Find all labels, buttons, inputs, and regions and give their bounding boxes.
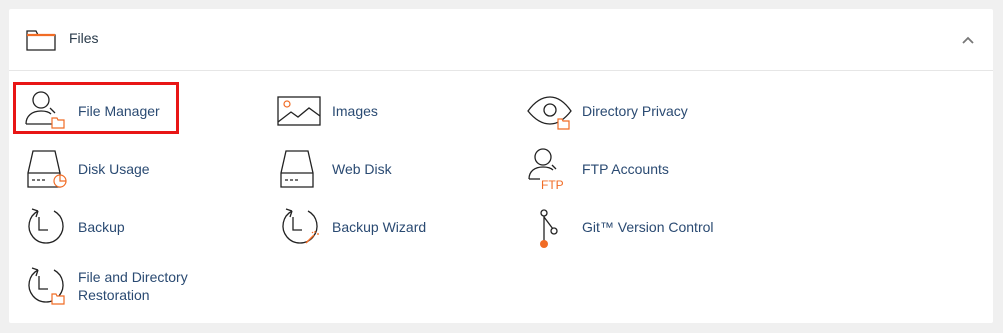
disk-usage-link[interactable]: Disk Usage <box>22 147 150 191</box>
file-manager-label: File Manager <box>78 103 160 119</box>
directory-privacy-icon <box>526 89 572 133</box>
file-restoration-label: File and Directory Restoration <box>78 269 188 303</box>
directory-privacy-label: Directory Privacy <box>582 103 688 119</box>
git-version-control-icon <box>526 205 572 249</box>
files-panel: Files File Manager Images Directory Priv… <box>9 9 993 323</box>
file-restoration-link[interactable]: File and Directory Restoration <box>22 264 208 308</box>
ftp-icon-text: FTP <box>541 178 564 191</box>
section-title: Files <box>69 30 99 46</box>
images-link[interactable]: Images <box>276 89 378 133</box>
backup-icon <box>22 205 68 249</box>
file-manager-link[interactable]: File Manager <box>22 89 160 133</box>
backup-wizard-link[interactable]: Backup Wizard <box>276 205 426 249</box>
images-icon <box>276 89 322 133</box>
disk-usage-icon <box>22 147 68 191</box>
directory-privacy-link[interactable]: Directory Privacy <box>526 89 688 133</box>
ftp-accounts-link[interactable]: FTP FTP Accounts <box>526 147 669 191</box>
git-version-control-label: Git™ Version Control <box>582 219 714 235</box>
images-label: Images <box>332 103 378 119</box>
file-manager-icon <box>22 89 68 133</box>
disk-usage-label: Disk Usage <box>78 161 150 177</box>
web-disk-label: Web Disk <box>332 161 392 177</box>
backup-label: Backup <box>78 219 125 235</box>
git-version-control-link[interactable]: Git™ Version Control <box>526 205 714 249</box>
backup-link[interactable]: Backup <box>22 205 125 249</box>
backup-wizard-icon <box>276 205 322 249</box>
backup-wizard-label: Backup Wizard <box>332 219 427 235</box>
web-disk-link[interactable]: Web Disk <box>276 147 392 191</box>
ftp-accounts-label: FTP Accounts <box>582 161 669 177</box>
ftp-accounts-icon: FTP <box>526 147 572 191</box>
folder-icon <box>26 29 56 51</box>
file-restoration-icon <box>22 264 68 308</box>
panel-header[interactable]: Files <box>9 9 993 71</box>
chevron-up-icon[interactable] <box>954 29 982 51</box>
web-disk-icon <box>276 147 322 191</box>
